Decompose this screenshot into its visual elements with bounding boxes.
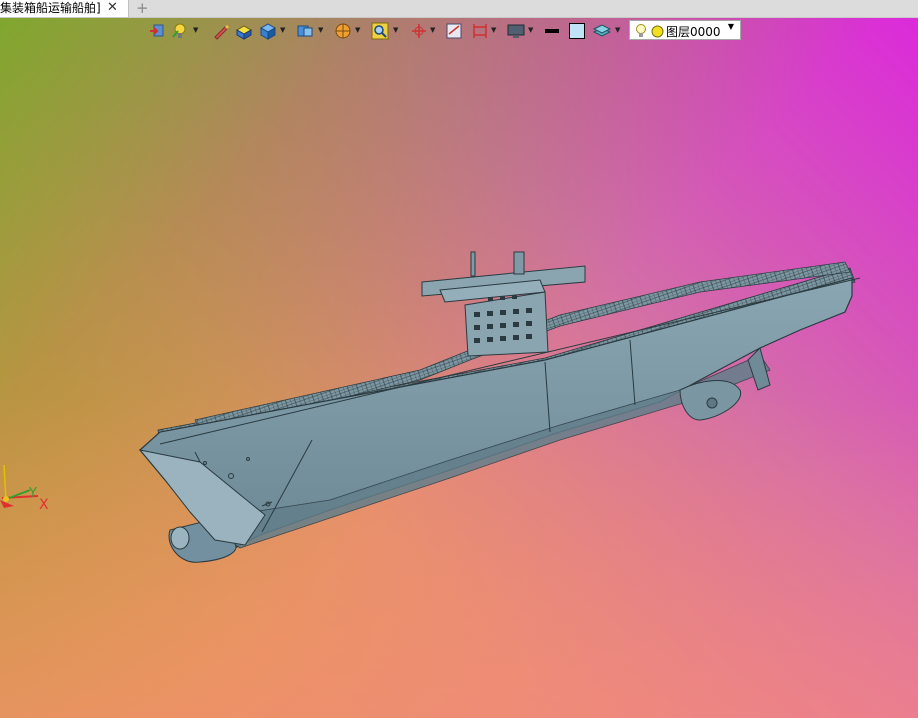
ship-model[interactable]: X Y	[0, 0, 918, 718]
layer-stack-icon[interactable]	[593, 22, 611, 40]
zoom-icon[interactable]	[371, 22, 389, 40]
layer-select[interactable]: 图层0000 ▼	[629, 20, 741, 40]
chevron-down-icon[interactable]: ▼	[355, 26, 360, 34]
lightbulb-icon[interactable]	[635, 24, 647, 38]
color-swatch-icon[interactable]	[568, 22, 586, 40]
box-blue-icon[interactable]	[259, 22, 277, 40]
sphere-icon[interactable]	[334, 22, 352, 40]
chevron-down-icon[interactable]: ▼	[491, 26, 496, 34]
pencil-icon[interactable]	[212, 22, 230, 40]
layer-name: 图层0000	[666, 25, 721, 39]
import-icon[interactable]	[148, 22, 166, 40]
section-icon[interactable]	[445, 22, 463, 40]
light-icon[interactable]	[171, 22, 189, 40]
chevron-down-icon[interactable]: ▼	[280, 26, 285, 34]
layer-status-icon[interactable]	[651, 25, 664, 38]
axis-x-label: X	[39, 497, 49, 513]
axis-triad: X Y	[0, 464, 49, 513]
box-yellow-icon[interactable]	[235, 22, 253, 40]
superstructure	[421, 251, 586, 357]
close-icon[interactable]: ✕	[107, 0, 118, 16]
monitor-icon[interactable]	[507, 22, 525, 40]
line-weight-icon[interactable]	[543, 22, 561, 40]
add-tab-icon[interactable]: +	[136, 0, 149, 17]
chevron-down-icon[interactable]: ▼	[430, 26, 435, 34]
chevron-down-icon[interactable]: ▼	[393, 26, 398, 34]
axis-y-label: Y	[28, 486, 37, 501]
chevron-down-icon[interactable]: ▼	[193, 26, 198, 34]
view-toolbar: ▼ ▼ ▼ ▼ ▼ ▼ ▼ ▼ ▼ 图层0000 ▼	[146, 20, 746, 42]
document-tab[interactable]: 集装箱船运输船舶] ✕	[0, 0, 129, 17]
document-tab-bar: 集装箱船运输船舶] ✕ +	[0, 0, 918, 18]
axis-icon[interactable]	[410, 22, 428, 40]
chevron-down-icon[interactable]: ▼	[318, 26, 323, 34]
document-tab-title: 集装箱船运输船舶]	[0, 1, 101, 15]
dropdown-arrow-icon[interactable]: ▼	[728, 22, 734, 31]
view-cube-icon[interactable]	[296, 22, 314, 40]
chevron-down-icon[interactable]: ▼	[615, 26, 620, 34]
frame-icon[interactable]	[471, 22, 489, 40]
chevron-down-icon[interactable]: ▼	[528, 26, 533, 34]
